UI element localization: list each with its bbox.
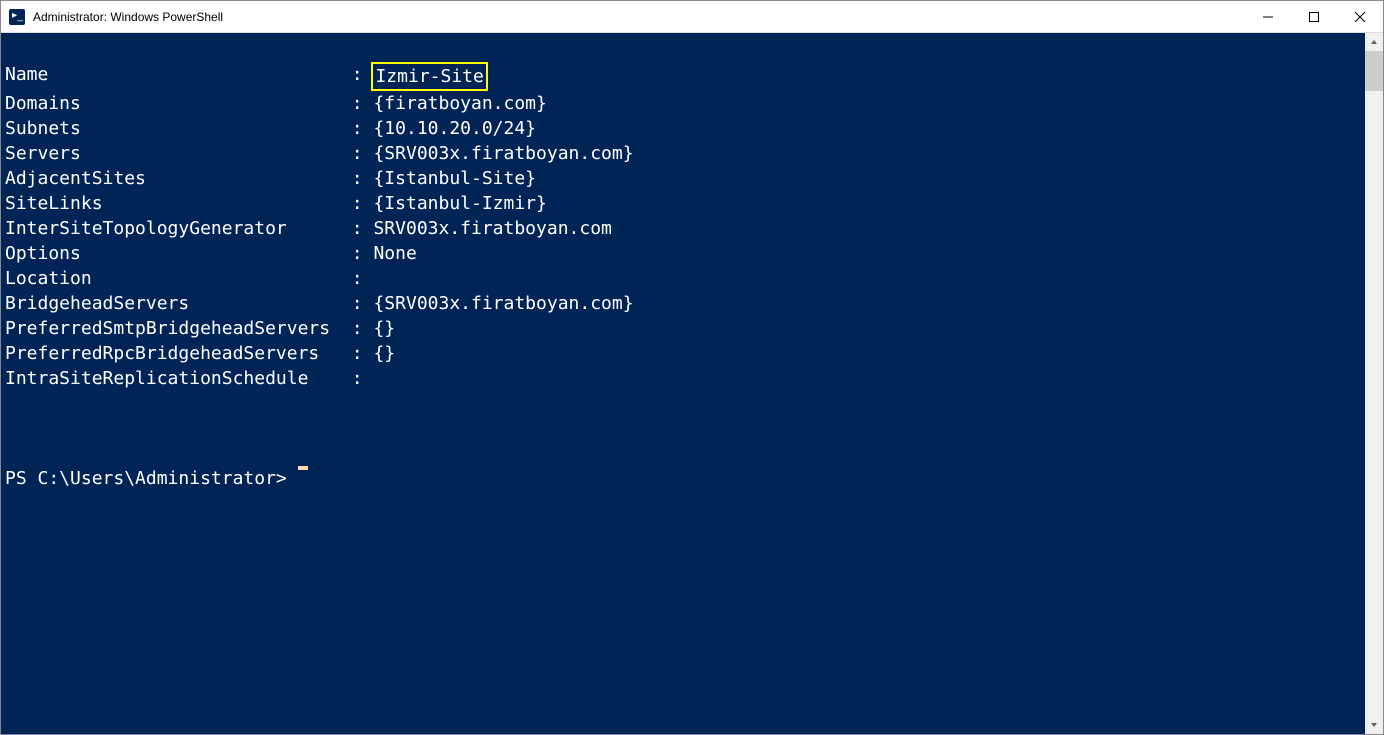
titlebar-left: Administrator: Windows PowerShell	[1, 9, 223, 25]
property-name: IntraSiteReplicationSchedule	[5, 366, 341, 391]
separator: :	[341, 91, 374, 116]
property-value: {}	[373, 341, 395, 366]
separator: :	[341, 166, 374, 191]
separator: :	[341, 216, 374, 241]
separator: :	[341, 366, 374, 391]
property-name: AdjacentSites	[5, 166, 341, 191]
maximize-icon	[1309, 12, 1319, 22]
minimize-button[interactable]	[1245, 1, 1291, 33]
separator: :	[341, 291, 374, 316]
scroll-up-arrow-icon[interactable]	[1365, 33, 1383, 51]
maximize-button[interactable]	[1291, 1, 1337, 33]
property-name: Location	[5, 266, 341, 291]
property-name: Servers	[5, 141, 341, 166]
window-title: Administrator: Windows PowerShell	[33, 10, 223, 24]
property-name: BridgeheadServers	[5, 291, 341, 316]
property-value: {firatboyan.com}	[373, 91, 546, 116]
prompt-text: PS C:\Users\Administrator>	[5, 466, 298, 491]
powershell-window: Administrator: Windows PowerShell Name :…	[0, 0, 1384, 735]
property-name: Subnets	[5, 116, 341, 141]
property-name: Name	[5, 62, 341, 91]
separator: :	[341, 191, 374, 216]
vertical-scrollbar[interactable]	[1365, 33, 1383, 734]
output-row: InterSiteTopologyGenerator : SRV003x.fir…	[5, 216, 1361, 241]
property-value: {SRV003x.firatboyan.com}	[373, 141, 633, 166]
close-icon	[1355, 12, 1365, 22]
property-value: {}	[373, 316, 395, 341]
prompt-line[interactable]: PS C:\Users\Administrator>	[5, 466, 1361, 491]
blank-line	[5, 37, 1361, 62]
separator: :	[341, 266, 374, 291]
blank-line	[5, 391, 1361, 416]
titlebar[interactable]: Administrator: Windows PowerShell	[1, 1, 1383, 33]
window-controls	[1245, 1, 1383, 33]
output-row: PreferredSmtpBridgeheadServers : {}	[5, 316, 1361, 341]
output-row: AdjacentSites : {Istanbul-Site}	[5, 166, 1361, 191]
output-row: SiteLinks : {Istanbul-Izmir}	[5, 191, 1361, 216]
scroll-thumb[interactable]	[1365, 51, 1383, 91]
separator: :	[341, 341, 374, 366]
property-value: SRV003x.firatboyan.com	[373, 216, 611, 241]
property-name: PreferredSmtpBridgeheadServers	[5, 316, 341, 341]
terminal-output[interactable]: Name : Izmir-SiteDomains : {firatboyan.c…	[1, 33, 1365, 734]
separator: :	[341, 141, 374, 166]
property-name: PreferredRpcBridgeheadServers	[5, 341, 341, 366]
blank-line	[5, 441, 1361, 466]
separator: :	[341, 241, 374, 266]
property-name: Options	[5, 241, 341, 266]
output-row: Subnets : {10.10.20.0/24}	[5, 116, 1361, 141]
output-row: Options : None	[5, 241, 1361, 266]
property-value: {SRV003x.firatboyan.com}	[373, 291, 633, 316]
property-name: InterSiteTopologyGenerator	[5, 216, 341, 241]
property-value: {Istanbul-Izmir}	[373, 191, 546, 216]
output-row: IntraSiteReplicationSchedule :	[5, 366, 1361, 391]
scroll-track[interactable]	[1365, 51, 1383, 716]
separator: :	[341, 116, 374, 141]
scroll-down-arrow-icon[interactable]	[1365, 716, 1383, 734]
blank-line	[5, 416, 1361, 441]
property-value: {Istanbul-Site}	[373, 166, 536, 191]
separator: :	[341, 62, 374, 91]
output-row: PreferredRpcBridgeheadServers : {}	[5, 341, 1361, 366]
property-value: None	[373, 241, 416, 266]
output-row: Location :	[5, 266, 1361, 291]
property-name: Domains	[5, 91, 341, 116]
output-row: Servers : {SRV003x.firatboyan.com}	[5, 141, 1361, 166]
output-row: Name : Izmir-Site	[5, 62, 1361, 91]
property-value: {10.10.20.0/24}	[373, 116, 536, 141]
cursor	[298, 466, 308, 470]
content-area: Name : Izmir-SiteDomains : {firatboyan.c…	[1, 33, 1383, 734]
property-name: SiteLinks	[5, 191, 341, 216]
output-row: Domains : {firatboyan.com}	[5, 91, 1361, 116]
property-value-highlighted: Izmir-Site	[371, 62, 487, 91]
output-row: BridgeheadServers : {SRV003x.firatboyan.…	[5, 291, 1361, 316]
powershell-icon	[9, 9, 25, 25]
separator: :	[341, 316, 374, 341]
minimize-icon	[1263, 12, 1273, 22]
close-button[interactable]	[1337, 1, 1383, 33]
